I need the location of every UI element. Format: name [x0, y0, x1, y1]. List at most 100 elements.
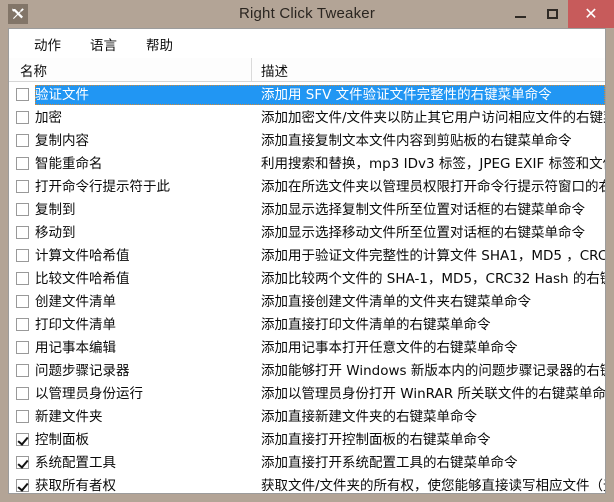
row-body[interactable]: 移动到 添加显示选择移动文件所至位置对话框的右键菜单命令 [35, 223, 605, 243]
row-checkbox-cell[interactable] [9, 267, 35, 290]
checkbox-checked-icon[interactable] [15, 433, 29, 446]
cell-name: 加密 [35, 109, 62, 126]
checkbox-checked-icon[interactable] [15, 479, 29, 492]
row-body[interactable]: 加密 添加加密文件/文件夹以防止其它用户访问相应文件的右键菜单... [35, 108, 605, 128]
row-checkbox-cell[interactable] [9, 405, 35, 428]
row-body[interactable]: 智能重命名 利用搜索和替换，mp3 IDv3 标签，JPEG EXIF 标签和文件… [35, 154, 605, 174]
row-body[interactable]: 比较文件哈希值 添加比较两个文件的 SHA-1，MD5，CRC32 Hash 的右… [35, 269, 605, 289]
row-checkbox-cell[interactable] [9, 129, 35, 152]
table-row[interactable]: 验证文件 添加用 SFV 文件验证文件完整性的右键菜单命令 [9, 83, 605, 106]
checkbox-unchecked-icon[interactable] [15, 226, 29, 239]
row-body[interactable]: 用记事本编辑 添加用记事本打开任意文件的右键菜单命令 [35, 338, 605, 358]
table-row[interactable]: 控制面板 添加直接打开控制面板的右键菜单命令 [9, 428, 605, 451]
table-row[interactable]: 智能重命名 利用搜索和替换，mp3 IDv3 标签，JPEG EXIF 标签和文件… [9, 152, 605, 175]
cell-name: 控制面板 [35, 431, 89, 448]
table-row[interactable]: 复制内容 添加直接复制文本文件内容到剪贴板的右键菜单命令 [9, 129, 605, 152]
row-checkbox-cell[interactable] [9, 474, 35, 493]
row-checkbox-cell[interactable] [9, 152, 35, 175]
checkbox-unchecked-icon[interactable] [15, 387, 29, 400]
column-header-description[interactable]: 描述 [252, 58, 605, 81]
checkbox-unchecked-icon[interactable] [15, 203, 29, 216]
cell-description: 添加用于验证文件完整性的计算文件 SHA1，MD5 ，CRC32 ... [261, 247, 605, 264]
table-row[interactable]: 系统配置工具 添加直接打开系统配置工具的右键菜单命令 [9, 451, 605, 474]
cell-name: 复制到 [35, 201, 76, 218]
maximize-button[interactable] [536, 0, 568, 28]
row-body[interactable]: 以管理员身份运行 添加以管理员身份打开 WinRAR 所关联文件的右键菜单命令 [35, 384, 605, 404]
table-row[interactable]: 复制到 添加显示选择复制文件所至位置对话框的右键菜单命令 [9, 198, 605, 221]
row-checkbox-cell[interactable] [9, 106, 35, 129]
checkbox-unchecked-icon[interactable] [15, 157, 29, 170]
row-checkbox-cell[interactable] [9, 313, 35, 336]
table-row[interactable]: 创建文件清单 添加直接创建文件清单的文件夹右键菜单命令 [9, 290, 605, 313]
menu-help[interactable]: 帮助 [135, 31, 184, 57]
row-body[interactable]: 获取所有者权 获取文件/文件夹的所有权，使您能够直接读写相应文件（无需... [35, 476, 605, 494]
row-checkbox-cell[interactable] [9, 451, 35, 474]
checkbox-unchecked-icon[interactable] [15, 341, 29, 354]
table-row[interactable]: 打开命令行提示符于此 添加在所选文件夹以管理员权限打开命令行提示符窗口的右键... [9, 175, 605, 198]
row-checkbox-cell[interactable] [9, 359, 35, 382]
checkbox-unchecked-icon[interactable] [15, 134, 29, 147]
close-icon: ✕ [584, 4, 598, 23]
cell-description: 添加直接打开控制面板的右键菜单命令 [261, 431, 491, 448]
window-controls: ✕ [504, 0, 614, 28]
close-button[interactable]: ✕ [568, 0, 614, 28]
checkbox-unchecked-icon[interactable] [15, 88, 29, 101]
row-checkbox-cell[interactable] [9, 83, 35, 106]
row-body[interactable]: 验证文件 添加用 SFV 文件验证文件完整性的右键菜单命令 [35, 84, 605, 105]
row-body[interactable]: 打开命令行提示符于此 添加在所选文件夹以管理员权限打开命令行提示符窗口的右键... [35, 177, 605, 197]
checkbox-unchecked-icon[interactable] [15, 180, 29, 193]
row-body[interactable]: 复制到 添加显示选择复制文件所至位置对话框的右键菜单命令 [35, 200, 605, 220]
cell-description: 添加直接新建文件夹的右键菜单命令 [261, 408, 477, 425]
row-body[interactable]: 创建文件清单 添加直接创建文件清单的文件夹右键菜单命令 [35, 292, 605, 312]
table-row[interactable]: 移动到 添加显示选择移动文件所至位置对话框的右键菜单命令 [9, 221, 605, 244]
row-body[interactable]: 打印文件清单 添加直接打印文件清单的右键菜单命令 [35, 315, 605, 335]
cell-description: 添加比较两个文件的 SHA-1，MD5，CRC32 Hash 的右键菜... [261, 270, 605, 287]
column-header-name[interactable]: 名称 [9, 58, 252, 81]
list-rows: 验证文件 添加用 SFV 文件验证文件完整性的右键菜单命令 加密 添加加密文件/文件夹… [9, 82, 605, 493]
table-row[interactable]: 问题步骤记录器 添加能够打开 Windows 新版本内的问题步骤记录器的右键菜..… [9, 359, 605, 382]
cell-description: 添加直接打印文件清单的右键菜单命令 [261, 316, 491, 333]
client-area: 动作 语言 帮助 名称 描述 验证文件 添加用 SFV 文件验证文件完整性的右键菜… [8, 28, 606, 494]
row-checkbox-cell[interactable] [9, 382, 35, 405]
cell-name: 比较文件哈希值 [35, 270, 130, 287]
table-row[interactable]: 计算文件哈希值 添加用于验证文件完整性的计算文件 SHA1，MD5 ，CRC32 … [9, 244, 605, 267]
table-row[interactable]: 用记事本编辑 添加用记事本打开任意文件的右键菜单命令 [9, 336, 605, 359]
cell-description: 添加以管理员身份打开 WinRAR 所关联文件的右键菜单命令 [261, 385, 605, 402]
table-row[interactable]: 新建文件夹 添加直接新建文件夹的右键菜单命令 [9, 405, 605, 428]
checkbox-unchecked-icon[interactable] [15, 295, 29, 308]
checkbox-unchecked-icon[interactable] [15, 364, 29, 377]
menu-action[interactable]: 动作 [23, 31, 72, 57]
row-body[interactable]: 复制内容 添加直接复制文本文件内容到剪贴板的右键菜单命令 [35, 131, 605, 151]
checkbox-unchecked-icon[interactable] [15, 410, 29, 423]
row-body[interactable]: 计算文件哈希值 添加用于验证文件完整性的计算文件 SHA1，MD5 ，CRC32 … [35, 246, 605, 266]
checkbox-checked-icon[interactable] [15, 456, 29, 469]
row-checkbox-cell[interactable] [9, 428, 35, 451]
checkbox-unchecked-icon[interactable] [15, 249, 29, 262]
row-checkbox-cell[interactable] [9, 175, 35, 198]
cell-description: 添加显示选择复制文件所至位置对话框的右键菜单命令 [261, 201, 585, 218]
row-checkbox-cell[interactable] [9, 221, 35, 244]
cell-description: 添加直接打开系统配置工具的右键菜单命令 [261, 454, 518, 471]
cell-name: 智能重命名 [35, 155, 103, 172]
row-body[interactable]: 问题步骤记录器 添加能够打开 Windows 新版本内的问题步骤记录器的右键菜..… [35, 361, 605, 381]
cell-name: 复制内容 [35, 132, 89, 149]
row-checkbox-cell[interactable] [9, 244, 35, 267]
checkbox-unchecked-icon[interactable] [15, 111, 29, 124]
checkbox-unchecked-icon[interactable] [15, 318, 29, 331]
row-body[interactable]: 系统配置工具 添加直接打开系统配置工具的右键菜单命令 [35, 453, 605, 473]
menu-language[interactable]: 语言 [79, 31, 128, 57]
table-row[interactable]: 加密 添加加密文件/文件夹以防止其它用户访问相应文件的右键菜单... [9, 106, 605, 129]
row-checkbox-cell[interactable] [9, 290, 35, 313]
table-row[interactable]: 获取所有者权 获取文件/文件夹的所有权，使您能够直接读写相应文件（无需... [9, 474, 605, 493]
minimize-button[interactable] [504, 0, 536, 28]
row-body[interactable]: 新建文件夹 添加直接新建文件夹的右键菜单命令 [35, 407, 605, 427]
row-checkbox-cell[interactable] [9, 336, 35, 359]
row-checkbox-cell[interactable] [9, 198, 35, 221]
row-body[interactable]: 控制面板 添加直接打开控制面板的右键菜单命令 [35, 430, 605, 450]
table-row[interactable]: 比较文件哈希值 添加比较两个文件的 SHA-1，MD5，CRC32 Hash 的右… [9, 267, 605, 290]
checkbox-unchecked-icon[interactable] [15, 272, 29, 285]
title-bar[interactable]: Right Click Tweaker ✕ [0, 0, 614, 28]
table-row[interactable]: 打印文件清单 添加直接打印文件清单的右键菜单命令 [9, 313, 605, 336]
cell-name: 创建文件清单 [35, 293, 116, 310]
table-row[interactable]: 以管理员身份运行 添加以管理员身份打开 WinRAR 所关联文件的右键菜单命令 [9, 382, 605, 405]
